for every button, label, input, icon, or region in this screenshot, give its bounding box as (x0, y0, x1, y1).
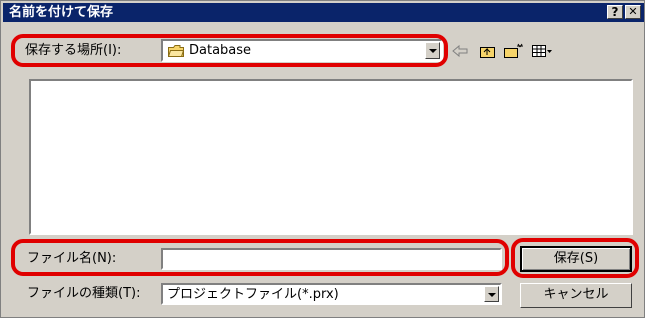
close-button[interactable]: ✕ (625, 5, 641, 19)
cancel-button[interactable]: キャンセル (520, 283, 632, 308)
filetype-value: プロジェクトファイル(*.prx) (167, 287, 339, 302)
filetype-label: ファイルの種類(T): (27, 286, 141, 301)
save-button-highlight (511, 238, 639, 278)
help-button[interactable]: ? (607, 5, 623, 19)
save-as-dialog: 名前を付けて保存 ? ✕ 保存する場所(I): Database ファイル名(N… (0, 0, 645, 318)
view-menu-icon[interactable] (531, 43, 553, 59)
location-highlight (11, 34, 448, 67)
back-arrow-icon[interactable] (451, 43, 469, 59)
new-folder-icon[interactable] (503, 43, 525, 59)
title-bar: 名前を付けて保存 ? ✕ (3, 3, 644, 22)
up-folder-icon[interactable] (479, 43, 497, 59)
filetype-dropdown[interactable]: プロジェクトファイル(*.prx) (161, 283, 502, 305)
filename-highlight (11, 239, 509, 276)
file-list[interactable] (29, 79, 633, 235)
filetype-dropdown-arrow[interactable] (484, 286, 499, 302)
dialog-title: 名前を付けて保存 (9, 5, 114, 20)
